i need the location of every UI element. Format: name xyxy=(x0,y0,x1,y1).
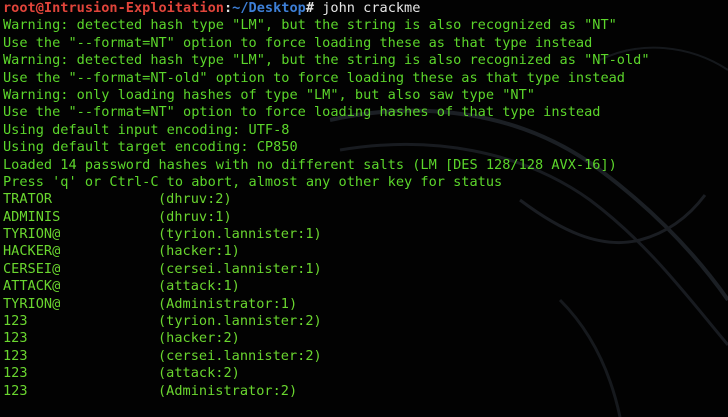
cracked-row: TYRION@ (Administrator:1) xyxy=(3,296,728,313)
cracked-row: 123 (attack:2) xyxy=(3,365,728,382)
cracked-password: 123 xyxy=(3,313,28,330)
cracked-password: HACKER@ xyxy=(3,243,61,260)
cracked-password: ADMINIS xyxy=(3,208,61,225)
hint-line: Use the "--format=NT" option to force lo… xyxy=(3,34,593,51)
prompt-user-host: root@Intrusion-Exploitation xyxy=(3,0,224,16)
cracked-password: TYRION@ xyxy=(3,295,61,312)
command-prompt-line: root@Intrusion-Exploitation:~/Desktop# j… xyxy=(3,0,728,17)
cracked-account: (cersei.lannister:1) xyxy=(158,260,322,277)
cracked-row: 123 (hacker:2) xyxy=(3,330,728,347)
cracked-row: 123 (Administrator:2) xyxy=(3,383,728,400)
prompt-symbol: # xyxy=(305,0,315,16)
cracked-account: (tyrion.lannister:1) xyxy=(158,226,322,243)
cracked-password: ATTACK@ xyxy=(3,278,61,295)
warning-line: Warning: only loading hashes of type "LM… xyxy=(3,86,535,103)
cracked-row: ATTACK@ (attack:1) xyxy=(3,278,728,295)
cracked-account: (attack:2) xyxy=(158,365,240,382)
entered-command: john crackme xyxy=(314,0,421,16)
cracked-password: CERSEI@ xyxy=(3,260,61,277)
cracked-account: (Administrator:1) xyxy=(158,295,298,312)
cracked-password: 123 xyxy=(3,330,28,347)
cracked-account: (cersei.lannister:2) xyxy=(158,347,322,364)
cracked-row: 123 (tyrion.lannister:2) xyxy=(3,313,728,330)
cracked-account: (Administrator:2) xyxy=(158,382,298,399)
cracked-row: TYRION@ (tyrion.lannister:1) xyxy=(3,226,728,243)
cracked-row: TRATOR (dhruv:2) xyxy=(3,191,728,208)
warning-line: Warning: detected hash type "LM", but th… xyxy=(3,52,650,69)
cracked-account: (attack:1) xyxy=(158,278,240,295)
cracked-password: 123 xyxy=(3,347,28,364)
prompt-path: ~/Desktop xyxy=(232,0,306,16)
hint-line: Use the "--format=NT" option to force lo… xyxy=(3,104,601,121)
cracked-account: (dhruv:1) xyxy=(158,208,232,225)
cracked-password: TYRION@ xyxy=(3,226,61,243)
cracked-account: (tyrion.lannister:2) xyxy=(158,313,322,330)
loaded-hashes-line: Loaded 14 password hashes with no differ… xyxy=(3,156,617,173)
cracked-account: (hacker:1) xyxy=(158,243,240,260)
terminal-window[interactable]: root@Intrusion-Exploitation:~/Desktop# j… xyxy=(0,0,728,417)
status-hint-line: Press 'q' or Ctrl-C to abort, almost any… xyxy=(3,173,503,190)
prompt-separator: : xyxy=(223,0,233,16)
cracked-account: (hacker:2) xyxy=(158,330,240,347)
encoding-line: Using default input encoding: UTF-8 xyxy=(3,121,290,138)
warning-line: Warning: detected hash type "LM", but th… xyxy=(3,17,617,34)
cracked-account: (dhruv:2) xyxy=(158,191,232,208)
cracked-row: 123 (cersei.lannister:2) xyxy=(3,348,728,365)
cracked-password: TRATOR xyxy=(3,191,53,208)
cracked-row: HACKER@ (hacker:1) xyxy=(3,243,728,260)
encoding-line: Using default target encoding: CP850 xyxy=(3,139,298,156)
cracked-row: ADMINIS (dhruv:1) xyxy=(3,209,728,226)
cracked-password: 123 xyxy=(3,382,28,399)
hint-line: Use the "--format=NT-old" option to forc… xyxy=(3,69,625,86)
terminal-output: root@Intrusion-Exploitation:~/Desktop# j… xyxy=(3,0,728,400)
cracked-password: 123 xyxy=(3,365,28,382)
cracked-row: CERSEI@ (cersei.lannister:1) xyxy=(3,261,728,278)
